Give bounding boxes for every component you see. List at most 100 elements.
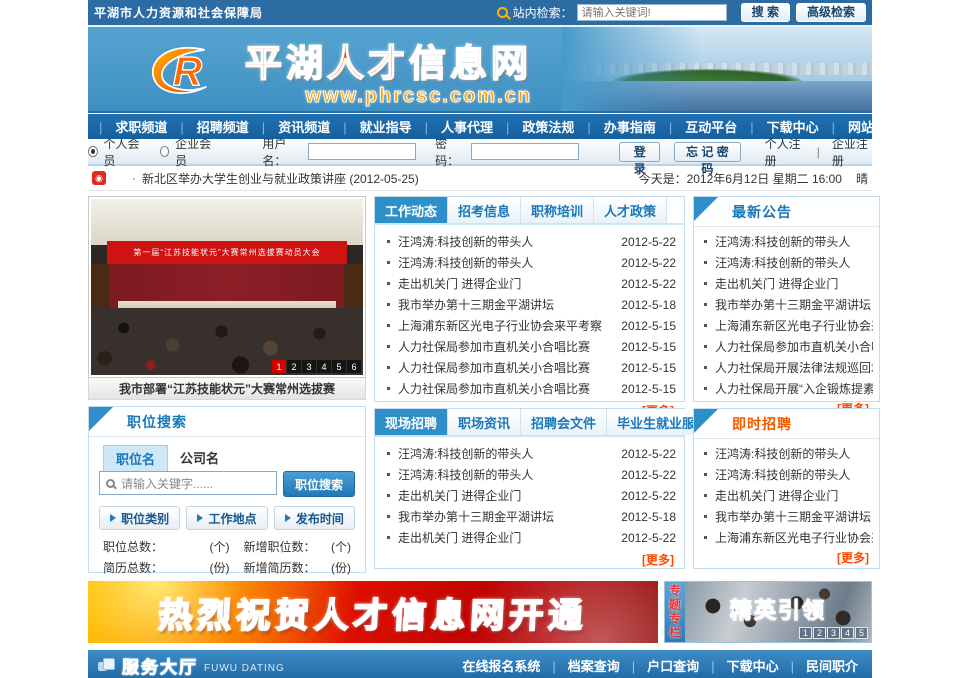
bullet-icon	[704, 303, 707, 306]
slide-page-5[interactable]: 5	[332, 360, 346, 373]
news-row: 汪鸿涛:科技创新的带头人2012-5-22	[383, 252, 676, 273]
more-link[interactable]: [更多]	[375, 550, 684, 572]
tab-jobfair-files[interactable]: 招聘会文件	[521, 409, 607, 435]
site-logo-icon[interactable]: R	[143, 39, 231, 103]
nav-item-jobseeker[interactable]: 求职频道	[86, 117, 167, 136]
company-member-label[interactable]: 企业会员	[175, 135, 215, 169]
instant-title[interactable]: 走出机关门 进得企业门	[715, 487, 873, 504]
nav-item-news[interactable]: 资讯频道	[249, 117, 330, 136]
announcement-title[interactable]: 汪鸿涛:科技创新的带头人	[715, 254, 873, 271]
nav-item-policy[interactable]: 政策法规	[493, 117, 574, 136]
nav-item-service-guide[interactable]: 办事指南	[574, 117, 655, 136]
announcement-title[interactable]: 人力社保局开展法律法规巡回培训	[715, 359, 873, 376]
instant-row: 汪鸿涛:科技创新的带头人	[700, 464, 873, 485]
instant-title[interactable]: 上海浦东新区光电子行业协会来平考	[715, 529, 873, 546]
news-title[interactable]: 人力社保局参加市直机关小合唱比赛	[398, 338, 615, 355]
site-url[interactable]: www.phrcsc.com.cn	[245, 85, 532, 108]
service-hall-title: 服务大厅	[122, 653, 198, 678]
personal-member-radio[interactable]	[88, 146, 98, 157]
instant-title[interactable]: 汪鸿涛:科技创新的带头人	[715, 466, 873, 483]
news-title[interactable]: 走出机关门 进得企业门	[398, 529, 615, 546]
company-member-radio[interactable]	[160, 146, 170, 157]
tab-career-info[interactable]: 职场资讯	[448, 409, 521, 435]
nav-item-home[interactable]: 首页	[60, 117, 86, 136]
slide-page-1[interactable]: 1	[272, 360, 286, 373]
tab-position-name[interactable]: 职位名	[103, 445, 168, 471]
nav-item-download[interactable]: 下载中心	[737, 117, 818, 136]
filter-category-button[interactable]: 职位类别	[99, 506, 180, 530]
nav-item-interaction[interactable]: 互动平台	[656, 117, 737, 136]
slide-page-4[interactable]: 4	[317, 360, 331, 373]
site-search-input[interactable]	[577, 4, 727, 21]
news-title[interactable]: 上海浦东新区光电子行业协会来平考察	[398, 317, 615, 334]
login-button[interactable]: 登 录	[619, 142, 660, 162]
instant-row: 走出机关门 进得企业门	[700, 485, 873, 506]
announcement-title[interactable]: 人力社保局参加市直机关小合唱比赛	[715, 338, 873, 355]
news-title[interactable]: 走出机关门 进得企业门	[398, 275, 615, 292]
promo-page-5[interactable]: 5	[855, 627, 868, 639]
nav-item-recruit[interactable]: 招聘频道	[167, 117, 248, 136]
news-title[interactable]: 人力社保局参加市直机关小合唱比赛	[398, 380, 615, 397]
news-title[interactable]: 人力社保局参加市直机关小合唱比赛	[398, 359, 615, 376]
site-title[interactable]: 平湖人才信息网	[245, 33, 532, 87]
filter-date-button[interactable]: 发布时间	[274, 506, 355, 530]
password-input[interactable]	[471, 143, 579, 160]
nav-item-sitemap[interactable]: 网站地图	[819, 117, 900, 136]
personal-member-label[interactable]: 个人会员	[104, 135, 144, 169]
personal-register-link[interactable]: 个人注册	[765, 135, 805, 169]
slide-page-2[interactable]: 2	[287, 360, 301, 373]
company-register-link[interactable]: 企业注册	[832, 135, 872, 169]
news-date: 2012-5-22	[621, 447, 676, 461]
news-title[interactable]: 我市举办第十三期金平湖讲坛	[398, 508, 615, 525]
news-photo-slideshow[interactable]: 第一届“江苏技能状元”大赛常州选拔赛动员大会 1 2 3 4 5 6	[88, 196, 366, 378]
stat-label: 新增职位数：	[243, 538, 331, 555]
slide-page-6[interactable]: 6	[347, 360, 361, 373]
tab-title-training[interactable]: 职称培训	[521, 197, 594, 223]
announcement-title[interactable]: 上海浦东新区光电子行业协会来平考	[715, 317, 873, 334]
announcement-title[interactable]: 汪鸿涛:科技创新的带头人	[715, 233, 873, 250]
promo-page-4[interactable]: 4	[841, 627, 854, 639]
job-search-button[interactable]: 职位搜索	[283, 471, 355, 497]
tab-exam-info[interactable]: 招考信息	[448, 197, 521, 223]
announcement-title[interactable]: 走出机关门 进得企业门	[715, 275, 873, 292]
footer-link-online-signup[interactable]: 在线报名系统	[462, 656, 540, 675]
announcement-title[interactable]: 我市举办第十三期金平湖讲坛	[715, 296, 873, 313]
bullet-icon	[704, 494, 707, 497]
announcement-row: 汪鸿涛:科技创新的带头人	[700, 231, 873, 252]
promo-page-1[interactable]: 1	[799, 627, 812, 639]
footer-link-hukou-query[interactable]: 户口查询	[620, 656, 699, 675]
tab-work-news[interactable]: 工作动态	[375, 197, 448, 223]
promo-page-2[interactable]: 2	[813, 627, 826, 639]
announcement-title[interactable]: 人力社保局开展“入企锻炼提素质”	[715, 380, 873, 397]
special-topic-promo[interactable]: 专题专栏 精英引领 1 2 3 4 5	[664, 581, 872, 643]
username-input[interactable]	[308, 143, 416, 160]
news-title[interactable]: 汪鸿涛:科技创新的带头人	[398, 466, 615, 483]
search-button[interactable]: 搜 索	[741, 3, 790, 22]
ticker-news-link[interactable]: 新北区举办大学生创业与就业政策讲座 (2012-05-25)	[142, 170, 419, 187]
footer-link-download[interactable]: 下载中心	[699, 656, 778, 675]
announcements-title: 最新公告	[732, 202, 792, 222]
more-link[interactable]: [更多]	[694, 548, 879, 570]
promo-page-3[interactable]: 3	[827, 627, 840, 639]
celebration-banner[interactable]: 热烈祝贺人才信息网开通	[88, 581, 658, 643]
news-title[interactable]: 汪鸿涛:科技创新的带头人	[398, 254, 615, 271]
footer-link-archive-query[interactable]: 档案查询	[540, 656, 619, 675]
filter-location-button[interactable]: 工作地点	[186, 506, 267, 530]
nav-item-hr-agency[interactable]: 人事代理	[412, 117, 493, 136]
photo-caption[interactable]: 我市部署“江苏技能状元”大赛常州选拔赛	[88, 378, 366, 400]
tab-onsite-recruit[interactable]: 现场招聘	[375, 409, 448, 435]
news-title[interactable]: 汪鸿涛:科技创新的带头人	[398, 233, 615, 250]
forgot-password-button[interactable]: 忘 记 密 码	[674, 142, 740, 162]
nav-item-guidance[interactable]: 就业指导	[330, 117, 411, 136]
tab-talent-policy[interactable]: 人才政策	[594, 197, 667, 223]
footer-link-private-agency[interactable]: 民间职介	[779, 656, 858, 675]
keyword-input[interactable]: 请输入关键字......	[99, 471, 277, 495]
advanced-search-button[interactable]: 高级检索	[796, 3, 866, 22]
instant-title[interactable]: 我市举办第十三期金平湖讲坛	[715, 508, 873, 525]
news-title[interactable]: 我市举办第十三期金平湖讲坛	[398, 296, 615, 313]
news-title[interactable]: 汪鸿涛:科技创新的带头人	[398, 445, 615, 462]
slide-page-3[interactable]: 3	[302, 360, 316, 373]
tab-company-name[interactable]: 公司名	[168, 445, 231, 471]
news-title[interactable]: 走出机关门 进得企业门	[398, 487, 615, 504]
instant-title[interactable]: 汪鸿涛:科技创新的带头人	[715, 445, 873, 462]
